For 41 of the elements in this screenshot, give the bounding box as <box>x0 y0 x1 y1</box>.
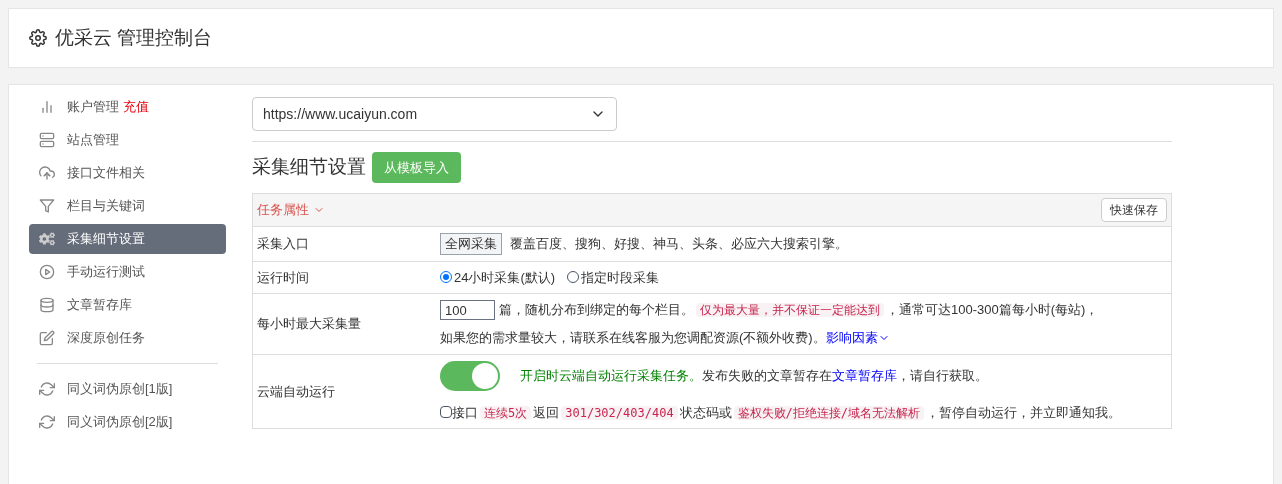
notify-description: 接口 连续5次 返回 301/302/403/404 状态码或 鉴权失败/拒绝连接/域名无法解析 ，暂停自动运行，并立即通知我。 <box>452 403 1122 422</box>
refresh-icon <box>39 414 55 430</box>
gears-icon <box>39 231 55 247</box>
sidebar-item[interactable]: 站点管理 <box>29 125 226 155</box>
site-select[interactable]: https://www.ucaiyun.com <box>252 97 617 131</box>
sidebar-item[interactable]: 接口文件相关 <box>29 158 226 188</box>
sidebar-item[interactable]: 同义词伪原创[1版] <box>29 374 226 404</box>
sidebar-item[interactable]: 同义词伪原创[2版] <box>29 407 226 437</box>
resource-note: 如果您的需求量较大，请联系在线客服为您调配资源(不额外收费)。影响因素 <box>440 329 878 347</box>
toggle-switch[interactable] <box>440 360 500 391</box>
refresh-icon <box>39 381 55 397</box>
radio-label: 指定时段采集 <box>581 268 660 287</box>
count-description: 篇，随机分布到绑定的每个栏目。 仅为最大量，并不保证一定能达到 ，通常可达100-300篇每小时(每站)， <box>499 301 1099 320</box>
save-button[interactable]: 快速保存 <box>1101 198 1167 222</box>
panel-title[interactable]: 任务属性 <box>257 200 309 220</box>
sidebar-item[interactable]: 栏目与关键词 <box>29 191 226 221</box>
bar-chart-icon <box>39 99 55 115</box>
row-label: 云端自动运行 <box>257 383 335 399</box>
cloud-upload-icon <box>39 165 55 181</box>
row-label: 运行时间 <box>257 269 309 285</box>
filter-icon <box>39 198 55 214</box>
row-label: 采集入口 <box>257 236 309 251</box>
server-icon <box>39 132 55 148</box>
settings-icon <box>29 29 47 47</box>
sidebar-item[interactable]: 采集细节设置 <box>29 224 226 254</box>
cloud-description: 开启时云端自动运行采集任务。发布失败的文章暂存在文章暂存库，请自行获取。 <box>520 366 988 385</box>
console-title: 优采云 管理控制台 <box>55 25 213 50</box>
count-input[interactable]: 100 <box>440 300 495 320</box>
section-title: 采集细节设置 <box>252 155 366 180</box>
play-icon <box>39 264 55 280</box>
sidebar-item[interactable]: 手动运行测试 <box>29 257 226 287</box>
checkbox[interactable] <box>440 406 452 419</box>
entry-description: 覆盖百度、搜狗、好搜、神马、头条、必应六大搜索引擎。 <box>510 235 848 253</box>
database-icon <box>39 297 55 313</box>
radio-label: 24小时采集(默认) <box>454 268 556 287</box>
collect-button[interactable]: 全网采集 <box>440 233 502 255</box>
sidebar-item[interactable]: 文章暂存库 <box>29 290 226 320</box>
sidebar-item[interactable]: 账户管理 充值 <box>29 92 226 122</box>
row-label: 每小时最大采集量 <box>257 316 361 331</box>
sidebar-item[interactable]: 深度原创任务 <box>29 323 226 353</box>
edit-icon <box>39 330 55 346</box>
